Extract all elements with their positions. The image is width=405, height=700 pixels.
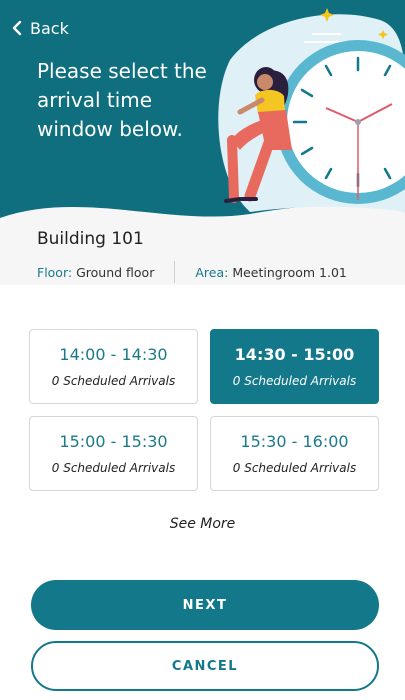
time-slot-grid: 14:00 - 14:30 0 Scheduled Arrivals 14:30…	[29, 329, 380, 491]
area-value: Meetingroom 1.01	[232, 264, 347, 280]
time-slot[interactable]: 15:00 - 15:30 0 Scheduled Arrivals	[29, 416, 198, 491]
time-slot-time: 15:30 - 16:00	[240, 432, 349, 451]
floor-label: Floor:	[37, 264, 73, 280]
time-slot-count: 0 Scheduled Arrivals	[51, 374, 176, 388]
time-slot-count: 0 Scheduled Arrivals	[232, 374, 357, 388]
floor-value: Ground floor	[76, 264, 155, 280]
floor-info: Floor: Ground floor	[37, 265, 154, 280]
cancel-button[interactable]: CANCEL	[31, 641, 379, 691]
meta-divider	[174, 261, 176, 283]
back-label: Back	[30, 18, 69, 38]
see-more-link[interactable]: See More	[0, 516, 405, 532]
hero-header: Back Please select the arrival time wind…	[0, 0, 405, 285]
chevron-left-icon	[12, 20, 22, 36]
area-label: Area:	[195, 264, 229, 280]
building-name: Building 101	[37, 229, 144, 249]
time-slot-count: 0 Scheduled Arrivals	[232, 461, 357, 475]
time-slot-time: 14:30 - 15:00	[234, 345, 355, 364]
location-details: Floor: Ground floor Area: Meetingroom 1.…	[37, 261, 385, 283]
time-slot-time: 14:00 - 14:30	[59, 345, 168, 364]
time-slot-time: 15:00 - 15:30	[59, 432, 168, 451]
time-slot[interactable]: 14:00 - 14:30 0 Scheduled Arrivals	[29, 329, 198, 404]
time-slot[interactable]: 14:30 - 15:00 0 Scheduled Arrivals	[210, 329, 379, 404]
area-info: Area: Meetingroom 1.01	[195, 265, 347, 280]
next-button[interactable]: NEXT	[31, 580, 379, 630]
back-button[interactable]: Back	[12, 16, 69, 40]
page-title: Please select the arrival time window be…	[37, 59, 207, 141]
time-slot[interactable]: 15:30 - 16:00 0 Scheduled Arrivals	[210, 416, 379, 491]
time-slot-count: 0 Scheduled Arrivals	[51, 461, 176, 475]
